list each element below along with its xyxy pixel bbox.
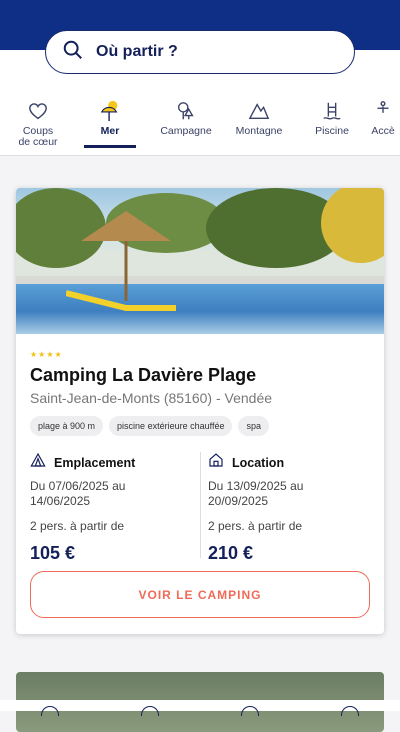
tab-montagne[interactable]: Montagne <box>232 96 286 154</box>
camping-card[interactable]: ★★★★ Camping La Davière Plage Saint-Jean… <box>16 188 384 634</box>
pool-ladder-icon <box>321 96 343 122</box>
search-icon <box>62 39 84 66</box>
tag: piscine extérieure chauffée <box>109 416 233 436</box>
offer-from: 2 pers. à partir de <box>208 519 303 533</box>
offer-emplacement[interactable]: Emplacement Du 07/06/2025 au 14/06/2025 … <box>30 452 192 564</box>
feature-tags: plage à 900 m piscine extérieure chauffé… <box>30 416 370 436</box>
tab-campagne[interactable]: Campagne <box>156 96 216 154</box>
offer-title: Emplacement <box>54 455 136 470</box>
tag: spa <box>238 416 269 436</box>
offer-price: 105 € <box>30 543 76 563</box>
camping-location: Saint-Jean-de-Monts (85160) - Vendée <box>30 390 273 406</box>
mountain-icon <box>248 96 270 122</box>
offer-title: Location <box>232 455 285 470</box>
offer-divider <box>200 452 201 558</box>
category-tabs: Coups de cœur Mer Campagne Montagne Pisc… <box>0 96 400 154</box>
house-icon <box>208 452 224 473</box>
tab-piscine[interactable]: Piscine <box>312 96 352 154</box>
search-bar[interactable]: Où partir ? <box>45 30 355 74</box>
tab-accessibilite[interactable]: Accè <box>368 96 398 154</box>
accessibility-icon <box>372 96 394 122</box>
view-camping-button[interactable]: VOIR LE CAMPING <box>30 571 370 618</box>
tent-icon <box>30 452 46 473</box>
tab-label: Montagne <box>235 125 283 137</box>
tab-label: Piscine <box>315 125 349 137</box>
trees-icon <box>175 96 197 122</box>
tab-label: Campagne <box>160 125 212 137</box>
tab-label: Accè <box>371 125 395 137</box>
offer-location[interactable]: Location Du 13/09/2025 au 20/09/2025 2 p… <box>208 452 370 564</box>
heart-icon <box>27 96 49 122</box>
offer-price: 210 € <box>208 543 254 563</box>
tab-coups-de-coeur[interactable]: Coups de cœur <box>0 96 76 154</box>
beach-umbrella-icon <box>99 96 121 122</box>
offers: Emplacement Du 07/06/2025 au 14/06/2025 … <box>30 452 370 564</box>
tabs-divider <box>0 155 400 156</box>
tab-mer[interactable]: Mer <box>84 96 136 154</box>
camping-photo <box>16 188 384 334</box>
offer-dates: Du 13/09/2025 au 20/09/2025 <box>208 479 304 508</box>
rating-stars: ★★★★ <box>30 350 63 359</box>
bottom-nav <box>0 700 400 711</box>
camping-title[interactable]: Camping La Davière Plage <box>30 365 370 386</box>
tag: plage à 900 m <box>30 416 104 436</box>
offer-dates: Du 07/06/2025 au 14/06/2025 <box>30 479 126 508</box>
search-placeholder: Où partir ? <box>96 43 178 60</box>
tab-label: Mer <box>100 125 120 137</box>
tab-label: Coups de cœur <box>18 125 58 148</box>
offer-from: 2 pers. à partir de <box>30 519 125 533</box>
